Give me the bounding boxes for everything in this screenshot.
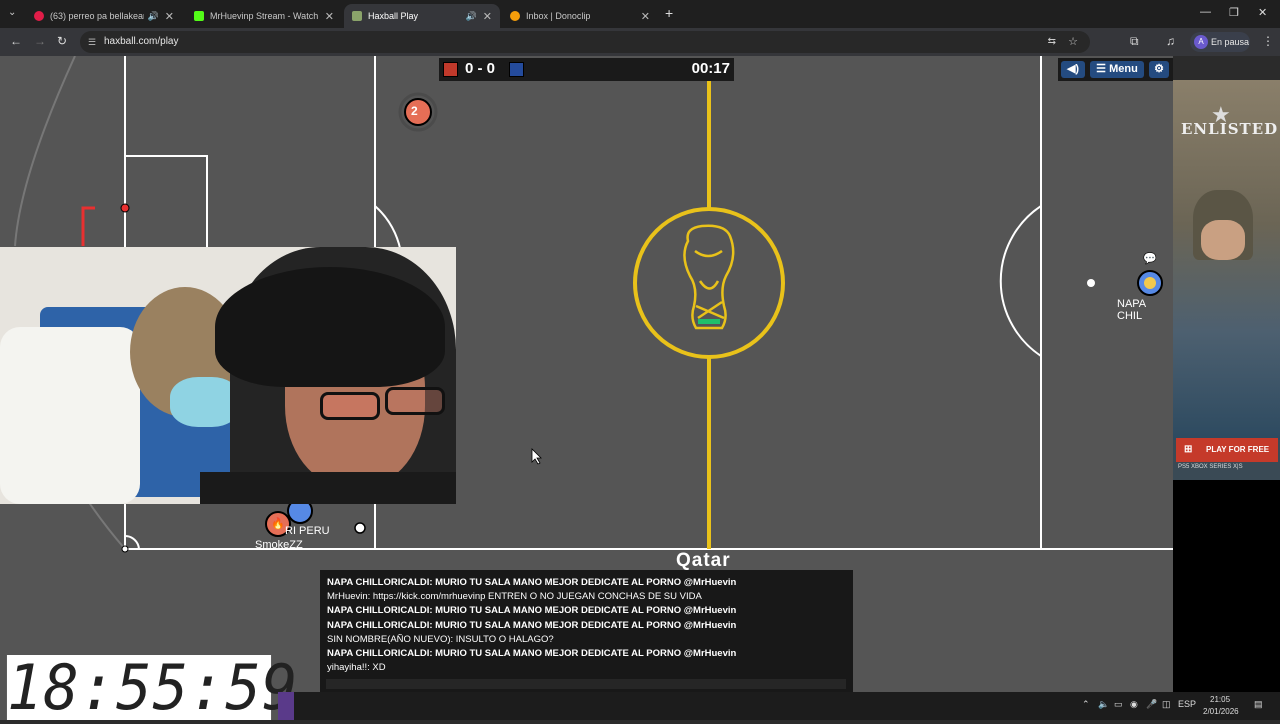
microphone-icon[interactable]: 🎤: [1146, 699, 1157, 710]
player-name: RI PERU: [285, 525, 330, 537]
youtube-icon: [34, 11, 44, 21]
close-tab-icon[interactable]: ✕: [641, 10, 650, 23]
haxball-icon: [352, 11, 362, 21]
donoclip-icon: [510, 11, 520, 21]
extensions-icon[interactable]: ⧉: [1130, 34, 1139, 49]
battery-icon[interactable]: ▭: [1114, 699, 1123, 710]
player-number: 2: [411, 104, 418, 118]
site-info-icon[interactable]: ☰: [88, 31, 96, 53]
windows-icon: ⊞: [1184, 444, 1193, 455]
score-text: 0 - 0: [465, 60, 496, 77]
fire-avatar-icon: 🔥: [271, 518, 285, 530]
tab-title: MrHuevinp Stream - Watch Live: [210, 11, 319, 21]
minimize-icon[interactable]: —: [1200, 6, 1211, 18]
taskbar: ⌃ 🔈 ▭ ◉ 🎤 ◫ ESP 21:05 2/01/2026 ▤: [278, 692, 1280, 720]
taskbar-time[interactable]: 21:05: [1210, 695, 1230, 704]
network-icon[interactable]: ◫: [1162, 699, 1171, 710]
ad-blank-area: [1173, 480, 1280, 692]
tab-kick[interactable]: MrHuevinp Stream - Watch Live ✕: [186, 4, 342, 28]
chat-message: SIN NOMBRE(AÑO NUEVO): INSULTO O HALAGO?: [327, 633, 554, 645]
play-for-free-button[interactable]: ⊞ PLAY FOR FREE: [1176, 438, 1278, 462]
game-menu-bar: ◀) ☰ Menu ⚙: [1058, 58, 1173, 81]
profile-button[interactable]: A En pausa: [1190, 32, 1250, 52]
media-controls-icon[interactable]: ♫: [1166, 34, 1175, 48]
overlay-clock: 18:55:59: [6, 651, 299, 724]
taskbar-date[interactable]: 2/01/2026: [1203, 707, 1239, 716]
tab-title: Haxball Play: [368, 11, 419, 21]
scoreboard: 0 - 0 00:17: [439, 58, 734, 81]
star-icon: ★: [1211, 102, 1231, 127]
tab-search-chevron-icon[interactable]: ⌄: [8, 7, 16, 18]
restore-icon[interactable]: ❐: [1229, 6, 1239, 19]
chat-message: NAPA CHILLORICALDI: MURIO TU SALA MANO M…: [327, 605, 737, 617]
back-arrow-icon[interactable]: ←: [10, 34, 22, 48]
chat-message: NAPA CHILLORICALDI: MURIO TU SALA MANO M…: [327, 647, 737, 659]
browser-tab-bar: ⌄ (63) perreo pa bellakear dj 🔊 ✕ MrHuev…: [0, 0, 1280, 28]
stadium-label: Qatar: [676, 550, 731, 571]
tab-title: (63) perreo pa bellakear dj: [50, 11, 144, 21]
chat-panel: NAPA CHILLORICALDI: MURIO TU SALA MANO M…: [320, 570, 853, 692]
tab-donoclip[interactable]: Inbox | Donoclip ✕: [502, 4, 658, 28]
chat-message: yihayiha!!: XD: [327, 662, 386, 674]
close-tab-icon[interactable]: ✕: [165, 10, 174, 23]
player-name: NAPA CHIL: [1117, 298, 1146, 322]
url-text: haxball.com/play: [104, 36, 179, 47]
red-team-icon: [443, 62, 458, 77]
chat-bubble-icon: 💬: [1143, 253, 1157, 265]
chevron-up-icon[interactable]: ⌃: [1082, 699, 1090, 710]
speaker-icon[interactable]: 🔊: [466, 11, 477, 22]
chat-input[interactable]: [326, 679, 846, 689]
chat-message: MrHuevin: https://kick.com/mrhuevinp ENT…: [327, 591, 702, 603]
profile-status-label: En pausa: [1211, 37, 1250, 47]
translate-icon[interactable]: ⇆: [1048, 31, 1056, 53]
mouse-cursor: [531, 448, 542, 465]
player-name: SmokeZZ: [255, 539, 303, 551]
menu-button[interactable]: ☰ Menu: [1090, 61, 1144, 78]
browser-toolbar: ← → ↻ ☰ haxball.com/play ⇆ ☆ ⧉ ♫ A En pa…: [0, 28, 1280, 56]
security-icon[interactable]: ◉: [1130, 699, 1138, 710]
tab-youtube[interactable]: (63) perreo pa bellakear dj 🔊 ✕: [26, 4, 182, 28]
cta-label: PLAY FOR FREE: [1206, 445, 1270, 454]
language-indicator[interactable]: ESP: [1178, 699, 1196, 709]
speaker-icon[interactable]: 🔊: [148, 11, 159, 22]
kebab-menu-icon[interactable]: ⋮: [1262, 34, 1274, 48]
menu-label: Menu: [1109, 63, 1138, 75]
kick-icon: [194, 11, 204, 21]
close-tab-icon[interactable]: ✕: [325, 10, 334, 23]
avatar: A: [1194, 35, 1208, 49]
sound-icon[interactable]: ◀): [1061, 61, 1085, 78]
webcam-overlay: [0, 247, 456, 504]
advertisement[interactable]: ENLISTED ★ ⊞ PLAY FOR FREE PS5 XBOX SERI…: [1173, 80, 1280, 480]
close-tab-icon[interactable]: ✕: [483, 10, 492, 23]
blue-team-icon: [509, 62, 524, 77]
chat-message: NAPA CHILLORICALDI: MURIO TU SALA MANO M…: [327, 619, 737, 631]
volume-icon[interactable]: 🔈: [1098, 699, 1109, 710]
settings-gear-icon[interactable]: ⚙: [1149, 61, 1169, 78]
tab-haxball[interactable]: Haxball Play 🔊 ✕: [344, 4, 500, 28]
notification-icon[interactable]: ▤: [1254, 699, 1263, 710]
close-window-icon[interactable]: ✕: [1258, 6, 1267, 19]
platform-label: PS5 XBOX SERIES X|S: [1178, 464, 1243, 470]
forward-arrow-icon[interactable]: →: [34, 34, 46, 48]
reload-icon[interactable]: ↻: [57, 34, 67, 48]
bookmark-star-icon[interactable]: ☆: [1068, 31, 1078, 53]
new-tab-button[interactable]: +: [665, 5, 673, 21]
app-icon[interactable]: [278, 692, 294, 720]
address-bar[interactable]: ☰ haxball.com/play ⇆ ☆: [80, 31, 1090, 53]
chat-message: NAPA CHILLORICALDI: MURIO TU SALA MANO M…: [327, 577, 737, 588]
match-timer: 00:17: [691, 60, 730, 77]
tab-title: Inbox | Donoclip: [526, 11, 591, 21]
